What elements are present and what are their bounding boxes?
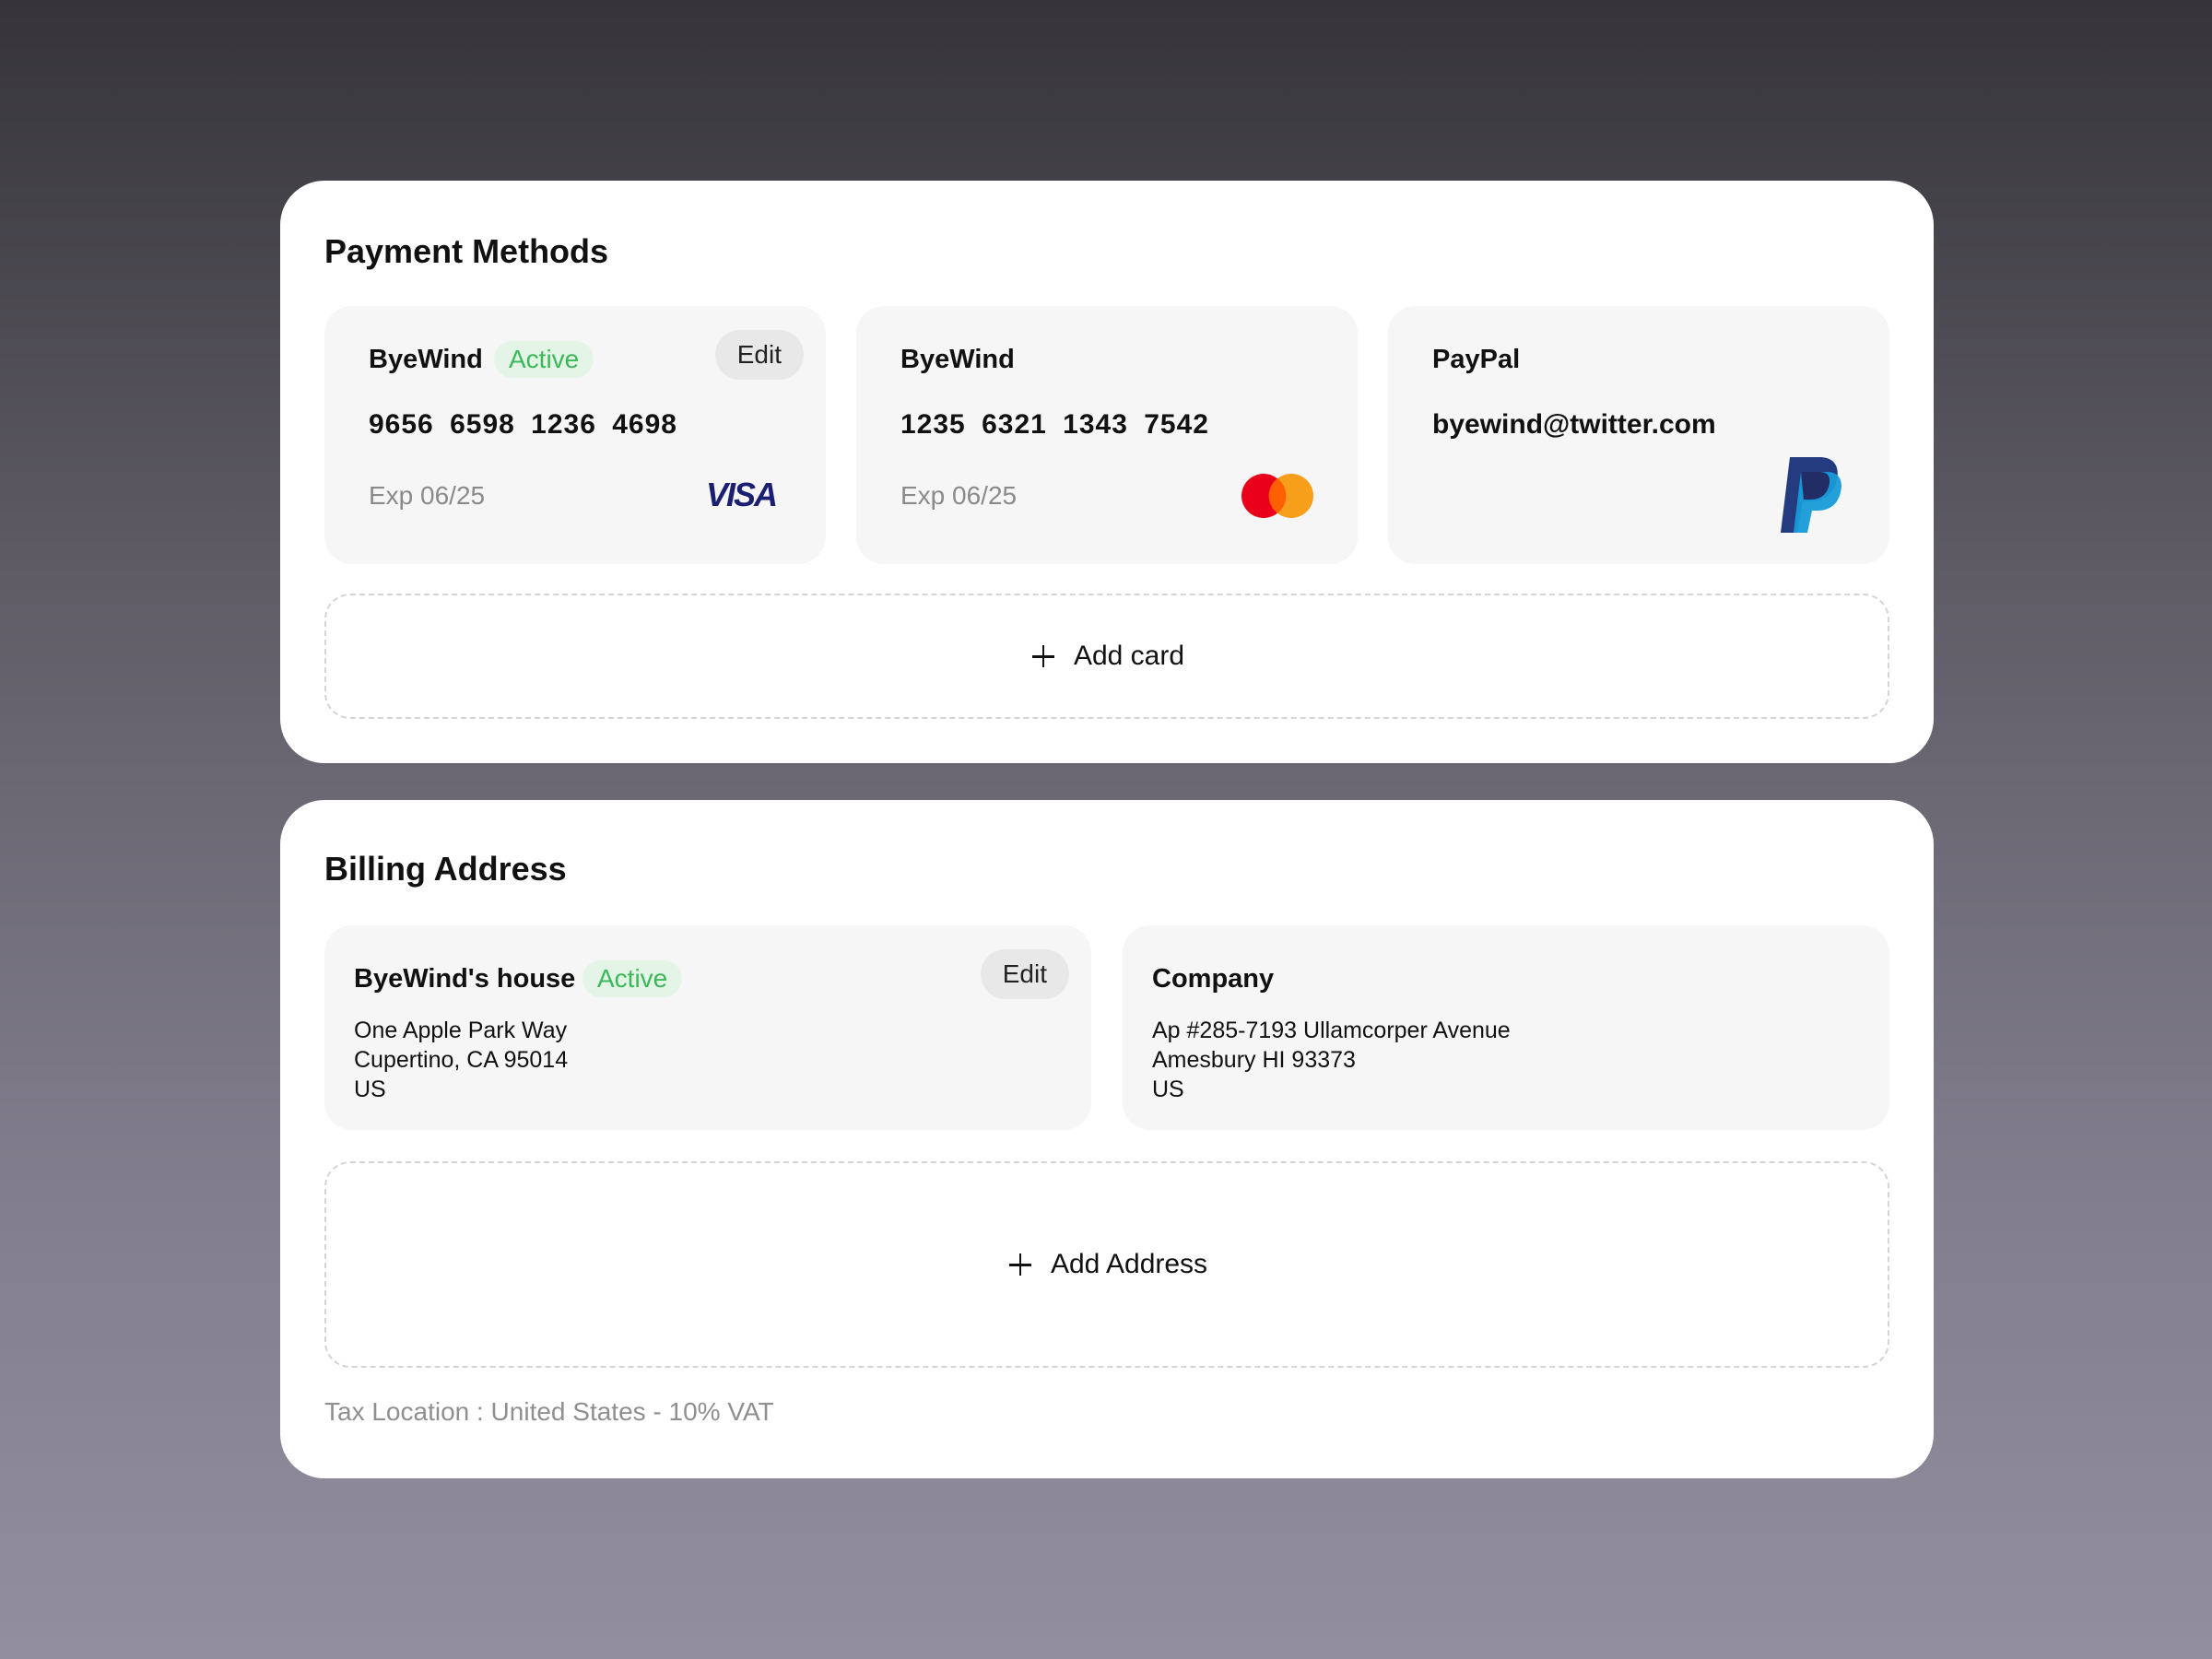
add-card-label: Add card [1073,641,1185,671]
paypal-label: PayPal [1432,345,1521,374]
tax-location: Tax Location : United States - 10% VAT [324,1397,774,1426]
add-address-button[interactable]: Add Address [324,1161,1889,1368]
payment-methods-title: Payment Methods [324,232,609,270]
payment-card-visa[interactable]: ByeWind Active Edit 9656 6598 1236 4698 … [324,306,826,564]
payment-methods-panel: Payment Methods ByeWind Active Edit 9656… [280,181,1934,763]
mastercard-icon [1241,474,1313,518]
address-lines: Ap #285-7193 Ullamcorper Avenue Amesbury… [1152,1016,1511,1104]
status-badge: Active [582,960,683,997]
card-holder-name: ByeWind [900,345,1015,374]
address-name: ByeWind's house [354,964,576,994]
address-line: Cupertino, CA 95014 [354,1047,569,1073]
card-expiry: Exp 06/25 [369,481,486,510]
card-number: 1235 6321 1343 7542 [900,409,1209,440]
plus-icon [1030,642,1057,670]
payment-card-mastercard[interactable]: ByeWind 1235 6321 1343 7542 Exp 06/25 [856,306,1358,564]
paypal-icon [1781,457,1841,533]
edit-card-button[interactable]: Edit [714,330,804,380]
address-card-house[interactable]: ByeWind's house Active Edit One Apple Pa… [324,925,1091,1130]
address-card-company[interactable]: Company Ap #285-7193 Ullamcorper Avenue … [1123,925,1889,1130]
address-line: US [1152,1077,1184,1102]
address-name: Company [1152,964,1275,994]
add-address-label: Add Address [1050,1249,1208,1279]
plus-icon [1006,1251,1034,1278]
card-expiry: Exp 06/25 [900,481,1018,510]
svg-text:VISA: VISA [706,476,776,512]
address-line: Amesbury HI 93373 [1152,1047,1356,1073]
address-lines: One Apple Park Way Cupertino, CA 95014 U… [354,1016,568,1104]
address-line: Ap #285-7193 Ullamcorper Avenue [1152,1018,1511,1043]
paypal-email: byewind@twitter.com [1432,409,1716,440]
status-badge: Active [494,341,594,378]
add-card-button[interactable]: Add card [324,594,1889,719]
address-line: One Apple Park Way [354,1018,568,1043]
edit-address-button[interactable]: Edit [980,949,1069,999]
address-line: US [354,1077,386,1102]
visa-icon: VISA [706,476,778,512]
card-number: 9656 6598 1236 4698 [369,409,677,440]
billing-address-title: Billing Address [324,850,567,888]
billing-address-panel: Billing Address ByeWind's house Active E… [280,800,1934,1478]
card-holder-name: ByeWind [369,345,483,374]
payment-card-paypal[interactable]: PayPal byewind@twitter.com [1388,306,1889,564]
